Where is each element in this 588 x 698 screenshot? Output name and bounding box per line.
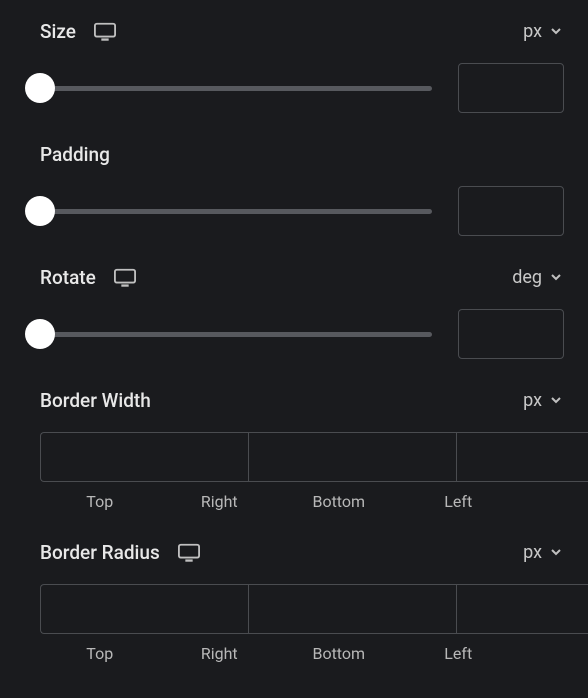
border-width-control: Border Width px Top Right Bottom Left (40, 389, 564, 511)
padding-label: Padding (40, 143, 110, 166)
border-radius-unit-text: px (523, 542, 542, 563)
border-radius-inputs: Top Right Bottom Left (40, 584, 564, 663)
rotate-unit-selector[interactable]: deg (512, 267, 564, 288)
border-radius-label: Border Radius (40, 541, 160, 564)
rotate-input[interactable] (458, 309, 564, 359)
border-radius-bottom-label: Bottom (279, 644, 399, 663)
size-header: Size px (40, 20, 564, 43)
rotate-slider-row (40, 309, 564, 359)
border-width-top-input[interactable] (40, 432, 248, 482)
rotate-control: Rotate deg (40, 266, 564, 359)
border-width-unit-text: px (523, 390, 542, 411)
size-slider[interactable] (40, 86, 432, 91)
desktop-icon[interactable] (114, 268, 136, 288)
border-width-bottom-label: Bottom (279, 492, 399, 511)
desktop-icon[interactable] (178, 543, 200, 563)
padding-input[interactable] (458, 186, 564, 236)
rotate-unit-text: deg (512, 267, 542, 288)
chevron-down-icon (550, 546, 564, 560)
size-control: Size px (40, 20, 564, 113)
border-radius-bottom-input[interactable] (456, 584, 588, 634)
border-radius-right-input[interactable] (248, 584, 456, 634)
border-width-right-input[interactable] (248, 432, 456, 482)
rotate-slider[interactable] (40, 332, 432, 337)
border-radius-left-label: Left (399, 644, 519, 663)
rotate-header: Rotate deg (40, 266, 564, 289)
border-width-header: Border Width px (40, 389, 564, 412)
border-width-unit-selector[interactable]: px (523, 390, 564, 411)
border-radius-unit-selector[interactable]: px (523, 542, 564, 563)
size-slider-row (40, 63, 564, 113)
border-width-left-label: Left (399, 492, 519, 511)
border-width-right-label: Right (160, 492, 280, 511)
desktop-icon[interactable] (94, 22, 116, 42)
border-width-bottom-input[interactable] (456, 432, 588, 482)
border-width-top-label: Top (40, 492, 160, 511)
chevron-down-icon (550, 25, 564, 39)
border-width-inputs: Top Right Bottom Left (40, 432, 564, 511)
chevron-down-icon (550, 394, 564, 408)
padding-header: Padding (40, 143, 564, 166)
padding-slider-thumb[interactable] (25, 196, 55, 226)
size-slider-thumb[interactable] (25, 73, 55, 103)
chevron-down-icon (550, 271, 564, 285)
border-radius-top-input[interactable] (40, 584, 248, 634)
padding-slider[interactable] (40, 209, 432, 214)
rotate-label: Rotate (40, 266, 96, 289)
size-input[interactable] (458, 63, 564, 113)
border-radius-control: Border Radius px Top Right (40, 541, 564, 663)
size-unit-text: px (523, 21, 542, 42)
border-radius-header: Border Radius px (40, 541, 564, 564)
padding-control: Padding (40, 143, 564, 236)
rotate-slider-thumb[interactable] (25, 319, 55, 349)
size-label: Size (40, 20, 76, 43)
padding-slider-row (40, 186, 564, 236)
border-radius-top-label: Top (40, 644, 160, 663)
size-unit-selector[interactable]: px (523, 21, 564, 42)
border-width-label: Border Width (40, 389, 151, 412)
border-radius-right-label: Right (160, 644, 280, 663)
